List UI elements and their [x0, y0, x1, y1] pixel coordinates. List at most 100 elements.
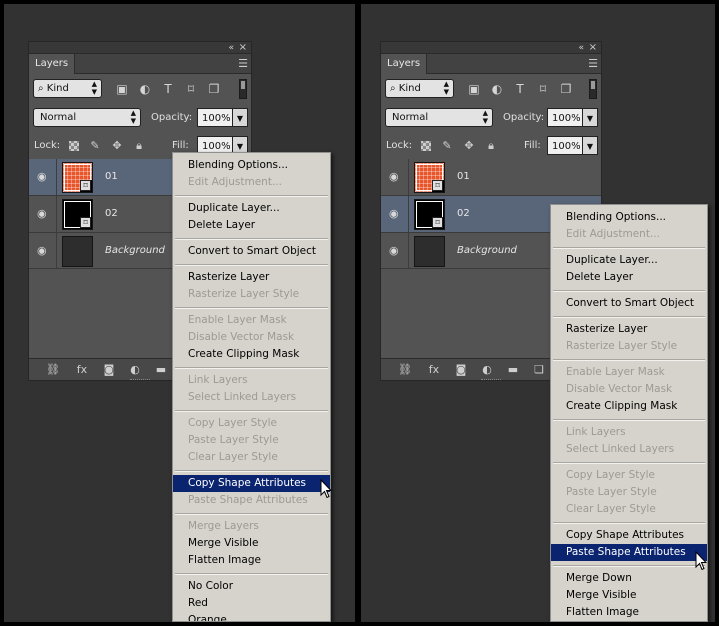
menu-item-paste-layer-style[interactable]: Paste Layer Style [551, 484, 707, 501]
collapse-icon[interactable]: « [578, 42, 584, 54]
menu-item-copy-shape-attributes[interactable]: Copy Shape Attributes [173, 475, 330, 492]
menu-item-edit-adjustment[interactable]: Edit Adjustment... [173, 174, 330, 191]
fill-input[interactable]: 100% [547, 136, 583, 155]
pixel-filter-icon[interactable]: ▣ [115, 82, 129, 96]
menu-item-copy-shape-attributes[interactable]: Copy Shape Attributes [551, 527, 707, 544]
lock-brush-icon[interactable]: ✎ [441, 140, 453, 152]
menu-item-convert-to-smart-object[interactable]: Convert to Smart Object [551, 295, 707, 312]
eye-icon[interactable]: ◉ [37, 208, 49, 219]
menu-item-select-linked-layers[interactable]: Select Linked Layers [173, 389, 330, 406]
menu-item-disable-vector-mask[interactable]: Disable Vector Mask [551, 381, 707, 398]
menu-item-rasterize-layer[interactable]: Rasterize Layer [551, 321, 707, 338]
panel-menu-icon[interactable]: ☰ [588, 57, 598, 70]
opacity-input[interactable]: 100% [547, 108, 583, 127]
menu-item-rasterize-layer[interactable]: Rasterize Layer [173, 269, 330, 286]
new-layer-icon[interactable]: ❏ [531, 363, 547, 377]
smart-object-filter-icon[interactable]: ❐ [207, 82, 221, 96]
tab-layers[interactable]: Layers [381, 54, 428, 74]
opacity-dropdown-icon[interactable]: ▼ [232, 108, 248, 127]
layer-name[interactable]: Background [105, 245, 165, 256]
filter-toggle[interactable] [239, 79, 247, 99]
menu-item-orange[interactable]: Orange [173, 612, 330, 621]
lock-all-icon[interactable]: 🔒︎ [133, 140, 145, 152]
eye-icon[interactable]: ◉ [389, 245, 401, 256]
menu-item-delete-layer[interactable]: Delete Layer [173, 217, 330, 234]
layer-name[interactable]: 01 [105, 171, 118, 182]
lock-transparency-icon[interactable] [69, 141, 79, 151]
menu-item-convert-to-smart-object[interactable]: Convert to Smart Object [173, 243, 330, 260]
close-icon[interactable]: × [239, 42, 247, 54]
layer-name[interactable]: 01 [457, 171, 470, 182]
menu-item-link-layers[interactable]: Link Layers [173, 372, 330, 389]
resize-grip[interactable] [481, 379, 501, 382]
menu-item-red[interactable]: Red [173, 595, 330, 612]
menu-item-paste-shape-attributes[interactable]: Paste Shape Attributes [551, 544, 707, 561]
layer-name[interactable]: 02 [457, 208, 470, 219]
opacity-input[interactable]: 100% [197, 108, 233, 127]
collapse-icon[interactable]: « [228, 42, 234, 54]
kind-filter-dropdown[interactable]: ⌕ Kind ▲ ▼ [385, 79, 454, 98]
menu-item-copy-layer-style[interactable]: Copy Layer Style [173, 415, 330, 432]
layer-name[interactable]: 02 [105, 208, 118, 219]
lock-move-icon[interactable]: ✥ [463, 140, 475, 152]
opacity-dropdown-icon[interactable]: ▼ [582, 108, 598, 127]
menu-item-paste-shape-attributes[interactable]: Paste Shape Attributes [173, 492, 330, 509]
blend-mode-dropdown[interactable]: Normal ▲ ▼ [33, 108, 141, 127]
layer-row-01[interactable]: ◉ ⌑ 01 [381, 159, 601, 196]
menu-item-rasterize-layer-style[interactable]: Rasterize Layer Style [173, 286, 330, 303]
tab-layers[interactable]: Layers [29, 54, 76, 74]
menu-item-clear-layer-style[interactable]: Clear Layer Style [551, 501, 707, 518]
menu-item-create-clipping-mask[interactable]: Create Clipping Mask [551, 398, 707, 415]
menu-item-select-linked-layers[interactable]: Select Linked Layers [551, 441, 707, 458]
menu-item-merge-down[interactable]: Merge Down [551, 570, 707, 587]
menu-item-duplicate-layer[interactable]: Duplicate Layer... [551, 252, 707, 269]
shape-filter-icon[interactable]: ⌑ [536, 82, 550, 96]
link-layers-icon[interactable]: ⛓ [397, 363, 413, 377]
lock-brush-icon[interactable]: ✎ [89, 140, 101, 152]
menu-item-merge-visible[interactable]: Merge Visible [173, 535, 330, 552]
eye-icon[interactable]: ◉ [389, 171, 401, 182]
menu-item-enable-layer-mask[interactable]: Enable Layer Mask [551, 364, 707, 381]
eye-icon[interactable]: ◉ [389, 208, 401, 219]
panel-menu-icon[interactable]: ☰ [238, 57, 248, 70]
eye-icon[interactable]: ◉ [37, 245, 49, 256]
lock-all-icon[interactable]: 🔒︎ [485, 140, 497, 152]
layer-name[interactable]: Background [457, 245, 517, 256]
menu-item-copy-layer-style[interactable]: Copy Layer Style [551, 467, 707, 484]
blend-mode-dropdown[interactable]: Normal ▲ ▼ [385, 108, 493, 127]
menu-item-flatten-image[interactable]: Flatten Image [551, 604, 707, 621]
menu-item-no-color[interactable]: No Color [173, 578, 330, 595]
menu-item-edit-adjustment[interactable]: Edit Adjustment... [551, 226, 707, 243]
menu-item-flatten-image[interactable]: Flatten Image [173, 552, 330, 569]
filter-toggle[interactable] [589, 79, 597, 99]
fx-icon[interactable]: fx [426, 363, 442, 377]
fx-icon[interactable]: fx [74, 363, 90, 377]
close-icon[interactable]: × [589, 42, 597, 54]
fill-dropdown-icon[interactable]: ▼ [582, 136, 598, 155]
smart-object-filter-icon[interactable]: ❐ [559, 82, 573, 96]
menu-item-blending-options[interactable]: Blending Options... [551, 209, 707, 226]
eye-icon[interactable]: ◉ [37, 171, 49, 182]
resize-grip[interactable] [130, 379, 150, 382]
type-filter-icon[interactable]: T [161, 82, 175, 96]
menu-item-paste-layer-style[interactable]: Paste Layer Style [173, 432, 330, 449]
menu-item-duplicate-layer[interactable]: Duplicate Layer... [173, 200, 330, 217]
adjustment-filter-icon[interactable]: ◐ [490, 82, 504, 96]
pixel-filter-icon[interactable]: ▣ [467, 82, 481, 96]
adjustment-layer-icon[interactable]: ◐ [127, 363, 143, 377]
link-layers-icon[interactable]: ⛓ [45, 363, 61, 377]
menu-item-disable-vector-mask[interactable]: Disable Vector Mask [173, 329, 330, 346]
shape-filter-icon[interactable]: ⌑ [184, 82, 198, 96]
menu-item-enable-layer-mask[interactable]: Enable Layer Mask [173, 312, 330, 329]
menu-item-blending-options[interactable]: Blending Options... [173, 157, 330, 174]
menu-item-create-clipping-mask[interactable]: Create Clipping Mask [173, 346, 330, 363]
menu-item-rasterize-layer-style[interactable]: Rasterize Layer Style [551, 338, 707, 355]
new-group-icon[interactable]: ▬ [505, 363, 521, 377]
type-filter-icon[interactable]: T [513, 82, 527, 96]
lock-transparency-icon[interactable] [421, 141, 431, 151]
menu-item-delete-layer[interactable]: Delete Layer [551, 269, 707, 286]
add-mask-icon[interactable]: ◙ [101, 363, 117, 377]
menu-item-link-layers[interactable]: Link Layers [551, 424, 707, 441]
menu-item-clear-layer-style[interactable]: Clear Layer Style [173, 449, 330, 466]
adjustment-layer-icon[interactable]: ◐ [479, 363, 495, 377]
